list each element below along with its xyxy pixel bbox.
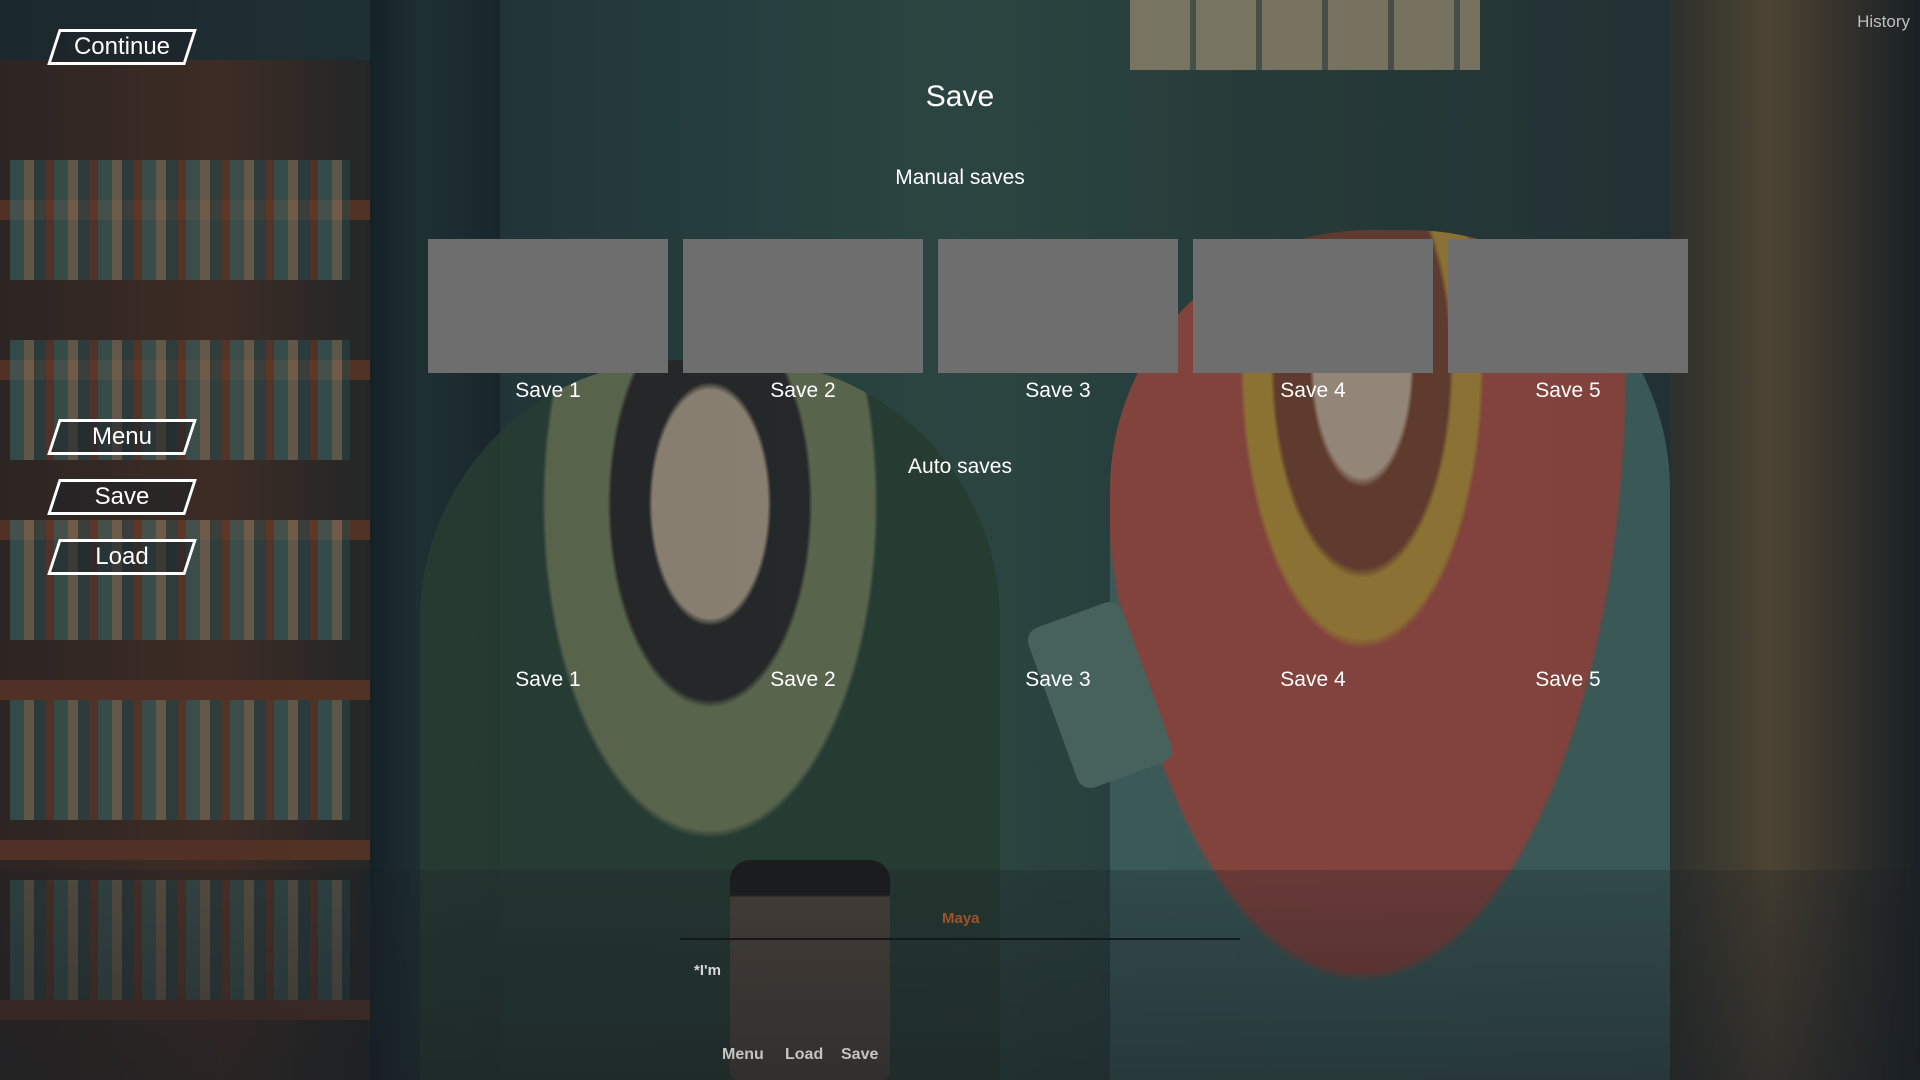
auto-save-slot[interactable]: Save 4 xyxy=(1193,528,1433,692)
menu-label: Menu xyxy=(91,423,153,450)
load-label: Load xyxy=(95,543,149,570)
auto-save-slot[interactable]: Save 3 xyxy=(938,528,1178,692)
save-slot-label: Save 2 xyxy=(770,668,836,691)
quick-menu: Save xyxy=(841,1046,878,1064)
screen-title: Save xyxy=(925,80,995,113)
save-slot-label: Save 3 xyxy=(1025,379,1091,402)
save-thumbnail xyxy=(428,239,668,373)
menu-button[interactable]: Menu xyxy=(47,419,197,455)
manual-save-slot[interactable]: Save 3 xyxy=(938,239,1178,403)
save-slot-label: Save 3 xyxy=(1025,668,1091,691)
manual-save-slot[interactable]: Save 2 xyxy=(683,239,923,403)
save-slot-label: Save 5 xyxy=(1535,379,1601,402)
save-thumbnail xyxy=(938,528,1178,662)
quick-menu-button[interactable]: Menu xyxy=(722,1046,764,1064)
auto-save-slot[interactable]: Save 5 xyxy=(1448,528,1688,692)
save-thumbnail xyxy=(1448,239,1688,373)
save-thumbnail xyxy=(1193,528,1433,662)
save-thumbnail xyxy=(1193,239,1433,373)
manual-save-slot[interactable]: Save 1 xyxy=(428,239,668,403)
manual-save-slots: Save 1 Save 2 Save 3 Save 4 Save 5 xyxy=(428,239,1688,403)
save-slot-label: Save 4 xyxy=(1280,668,1346,691)
save-slot-label: Save 2 xyxy=(770,379,836,402)
auto-save-slot[interactable]: Save 2 xyxy=(683,528,923,692)
save-slot-label: Save 1 xyxy=(515,668,581,691)
quick-menu: Load xyxy=(785,1046,823,1064)
load-button[interactable]: Load xyxy=(47,539,197,575)
dialogue-shade xyxy=(0,870,1920,1080)
quick-load-button[interactable]: Load xyxy=(785,1046,823,1064)
save-slot-label: Save 5 xyxy=(1535,668,1601,691)
save-thumbnail xyxy=(428,528,668,662)
auto-saves-heading: Auto saves xyxy=(908,455,1012,478)
save-thumbnail xyxy=(1448,528,1688,662)
manual-save-slot[interactable]: Save 5 xyxy=(1448,239,1688,403)
dialogue-divider xyxy=(680,938,1240,940)
dialogue-text: *I'm xyxy=(694,962,721,979)
history-button[interactable]: History xyxy=(1857,12,1910,32)
save-label: Save xyxy=(94,483,150,510)
quick-save-button[interactable]: Save xyxy=(841,1046,878,1064)
continue-button[interactable]: Continue xyxy=(47,29,197,65)
game-screen: Continue Menu Save Load History Save Man… xyxy=(0,0,1920,1080)
continue-label: Continue xyxy=(73,33,171,60)
manual-saves-heading: Manual saves xyxy=(895,166,1025,189)
speaker-name: Maya xyxy=(942,910,980,927)
auto-save-slot[interactable]: Save 1 xyxy=(428,528,668,692)
manual-save-slot[interactable]: Save 4 xyxy=(1193,239,1433,403)
auto-save-slots: Save 1 Save 2 Save 3 Save 4 Save 5 xyxy=(428,528,1688,692)
save-slot-label: Save 4 xyxy=(1280,379,1346,402)
save-thumbnail xyxy=(683,528,923,662)
save-thumbnail xyxy=(683,239,923,373)
save-slot-label: Save 1 xyxy=(515,379,581,402)
quick-menu: Menu xyxy=(722,1046,764,1064)
save-button[interactable]: Save xyxy=(47,479,197,515)
save-thumbnail xyxy=(938,239,1178,373)
